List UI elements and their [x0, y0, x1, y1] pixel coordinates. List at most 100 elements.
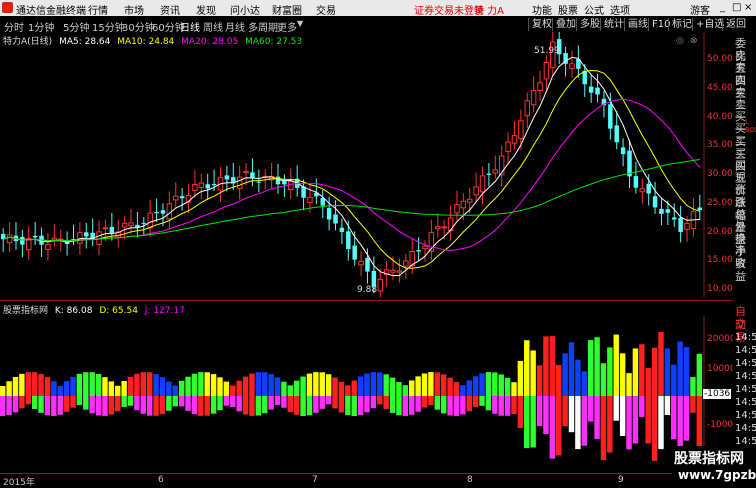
indicator-bar: [389, 377, 396, 396]
indicator-bar: [613, 396, 619, 421]
indicator-bar: [504, 396, 511, 416]
sub-legend-name: 股票指标网: [3, 306, 49, 316]
indicator-bar: [44, 396, 51, 416]
trade-time: 14:5: [735, 384, 756, 395]
candle: [473, 186, 479, 196]
candle: [236, 176, 243, 189]
indicator-bar: [25, 372, 31, 396]
minimize-button[interactable]: _: [720, 2, 725, 13]
diejia-button[interactable]: 叠加: [552, 18, 579, 31]
menu-gupiao[interactable]: 股票: [558, 2, 578, 17]
candle: [396, 270, 403, 273]
indicator-bar: [281, 396, 287, 408]
indicator-bar: [415, 376, 421, 396]
candle: [243, 170, 249, 174]
indicator-bar: [664, 348, 671, 396]
indicator-bar: [325, 396, 332, 405]
indicator-bar: [651, 396, 658, 461]
indicator-bar: [485, 372, 492, 396]
indicator-bar: [447, 396, 453, 416]
candle: [20, 236, 25, 245]
menu-faxian[interactable]: 发现: [196, 2, 216, 17]
fuquan-button[interactable]: 复权: [528, 18, 555, 31]
indicator-bar: [0, 396, 6, 416]
indicator-bar: [172, 396, 178, 407]
maximize-button[interactable]: □: [732, 2, 741, 13]
candle: [192, 183, 198, 191]
trade-time: 14:5: [735, 397, 756, 408]
indicator-bar: [632, 396, 639, 444]
indicator-bar: [108, 396, 115, 415]
indicator-bar: [428, 372, 434, 396]
kline-chart[interactable]: [0, 32, 733, 297]
menu-gongneng[interactable]: 功能: [532, 2, 552, 17]
user-label[interactable]: 游客: [690, 2, 710, 17]
indicator-bar: [102, 396, 108, 416]
candle: [45, 244, 51, 250]
back-button[interactable]: 返回: [722, 18, 749, 31]
chevron-down-icon[interactable]: ▼: [297, 19, 303, 28]
menu-shichang[interactable]: 市场: [124, 2, 144, 17]
huaxian-button[interactable]: 画线: [624, 18, 651, 31]
trade-time: 14:5: [735, 332, 756, 343]
d-value: D: 65.54: [99, 306, 138, 316]
indicator-bar: [12, 396, 19, 413]
indicator-chart[interactable]: [0, 316, 733, 472]
candle: [109, 226, 115, 233]
candle: [32, 235, 38, 238]
biaoji-button[interactable]: 标记: [668, 18, 695, 31]
indicator-bar: [658, 332, 664, 396]
menu-gongshi[interactable]: 公式: [584, 2, 604, 17]
indicator-bar: [556, 364, 562, 396]
indicator-bar: [25, 396, 31, 405]
menu-xuanxiang[interactable]: 选项: [610, 2, 630, 17]
indicator-bar: [524, 396, 530, 449]
indicator-bar: [325, 374, 332, 396]
j-value: J: 127.17: [144, 306, 185, 316]
indicator-bar: [421, 396, 428, 408]
indicator-bar: [19, 373, 25, 396]
indicator-bar: [517, 396, 524, 429]
indicator-bar: [51, 396, 57, 416]
indicator-bar: [223, 381, 230, 396]
indicator-bar: [511, 396, 517, 415]
indicator-bar: [683, 396, 690, 441]
indicator-bar: [159, 377, 166, 396]
candle: [121, 222, 128, 228]
indicator-bar: [95, 396, 102, 416]
indicator-bar: [217, 377, 223, 396]
period-toolbar: 分时 1分钟 5分钟 15分钟 30分钟 60分钟 日线 周线 月线 多周期 更…: [0, 17, 756, 34]
indicator-bar: [421, 373, 428, 396]
menu-hangqing[interactable]: 行情: [88, 2, 108, 17]
indicator-bar: [600, 396, 607, 461]
close-button[interactable]: ×: [744, 2, 752, 13]
indicator-bar: [568, 342, 575, 396]
indicator-bar: [651, 347, 658, 396]
menu-caifuquan[interactable]: 财富圈: [272, 2, 302, 17]
indicator-bar: [6, 381, 12, 396]
indicator-bar: [690, 377, 696, 396]
price-tick: 10.00: [707, 284, 733, 294]
candle: [326, 208, 332, 220]
indicator-bar: [472, 396, 479, 407]
price-tick: 15.00: [707, 255, 733, 265]
menu-jiaoyi[interactable]: 交易: [316, 2, 336, 17]
candle: [672, 217, 677, 220]
indicator-bar: [626, 373, 632, 396]
indicator-bar: [319, 372, 325, 396]
menu-wenxiaoda[interactable]: 问小达: [230, 2, 260, 17]
indicator-bar: [575, 396, 581, 450]
candle: [198, 182, 205, 188]
candle: [205, 184, 210, 189]
duogu-button[interactable]: 多股: [576, 18, 603, 31]
tongji-button[interactable]: 统计: [600, 18, 627, 31]
indicator-bar: [434, 396, 441, 410]
menu-zixun[interactable]: 资讯: [160, 2, 180, 17]
indicator-bar: [19, 396, 25, 409]
indicator-bar: [70, 376, 76, 396]
indicator-bar: [389, 396, 396, 413]
indicator-bar: [504, 377, 511, 396]
indicator-bar: [63, 396, 70, 412]
candle: [627, 150, 632, 177]
date-axis-line: [0, 473, 733, 474]
